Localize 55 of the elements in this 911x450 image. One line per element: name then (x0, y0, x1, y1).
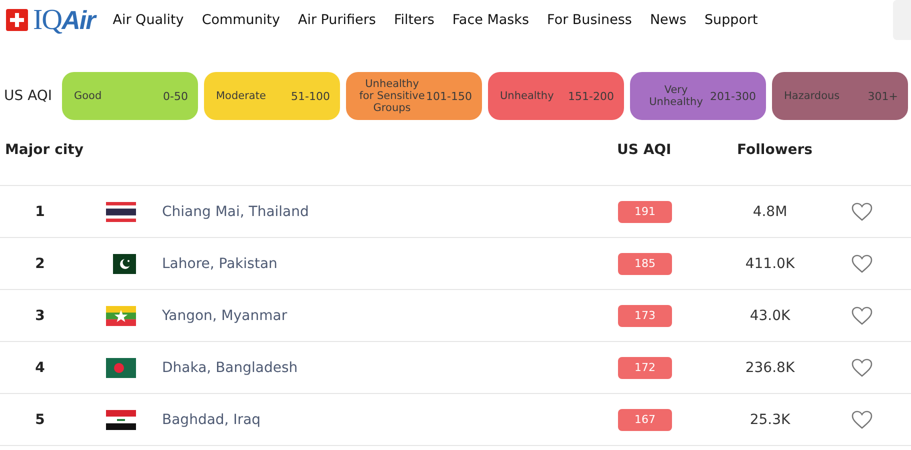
heart-button[interactable] (851, 410, 873, 430)
nav-link[interactable]: Face Masks (452, 12, 530, 28)
heart-button[interactable] (851, 306, 873, 326)
level-range: 0-50 (163, 90, 188, 102)
level-name: Very Unhealthy (648, 84, 704, 108)
aqi-value: 185 (618, 252, 672, 274)
heart-button[interactable] (851, 254, 873, 274)
heart-button[interactable] (851, 358, 873, 378)
follower-count: 25.3K (748, 412, 792, 428)
aqi-value: 191 (618, 200, 672, 222)
follower-count: 43.0K (748, 308, 792, 324)
flag-icon (106, 306, 136, 326)
aqi-value: 173 (618, 304, 672, 326)
follower-count: 236.8K (744, 360, 796, 376)
column-header: US AQI (617, 142, 672, 158)
level-name: Hazardous (784, 90, 840, 102)
heart-button[interactable] (851, 202, 873, 222)
nav-link[interactable]: Air Purifiers (298, 12, 376, 28)
column-header: Followers (737, 142, 812, 158)
city-link[interactable]: Chiang Mai, Thailand (162, 204, 309, 220)
follower-count: 411.0K (744, 256, 796, 272)
flag-icon (106, 410, 136, 430)
level-name: Unhealthy for Sensitive Groups (358, 78, 426, 114)
rank-number: 4 (34, 360, 46, 376)
rank-number: 2 (34, 256, 46, 272)
aqi-value: 172 (618, 356, 672, 378)
city-link[interactable]: Baghdad, Iraq (162, 412, 261, 428)
level-range: 151-200 (568, 90, 614, 102)
city-link[interactable]: Yangon, Myanmar (162, 308, 288, 324)
rank-number: 3 (34, 308, 46, 324)
level-name: Moderate (216, 90, 266, 102)
level-range: 51-100 (291, 90, 330, 102)
level-range: 201-300 (710, 90, 756, 102)
nav-link[interactable]: Community (202, 12, 280, 28)
nav-link[interactable]: Support (704, 12, 758, 28)
flag-icon (106, 358, 136, 378)
column-header: Major city (4, 142, 84, 158)
level-name: Unhealthy (500, 90, 554, 102)
follower-count: 4.8M (752, 204, 788, 220)
nav-link[interactable]: Filters (394, 12, 434, 28)
level-name: Good (74, 90, 102, 102)
legend-label: US AQI (4, 88, 54, 104)
flag-icon (106, 202, 136, 222)
nav-link[interactable]: For Business (547, 12, 632, 28)
swiss-cross-icon (6, 9, 28, 31)
level-range: 101-150 (426, 90, 472, 102)
nav-link[interactable]: News (650, 12, 686, 28)
aqi-value: 167 (618, 408, 672, 430)
nav-link[interactable]: Air Quality (112, 12, 184, 28)
level-range: 301+ (868, 90, 898, 102)
rank-number: 1 (34, 204, 46, 220)
brand-name[interactable]: IQAir (33, 4, 95, 36)
rank-number: 5 (34, 412, 46, 428)
city-link[interactable]: Lahore, Pakistan (162, 256, 278, 272)
city-link[interactable]: Dhaka, Bangladesh (162, 360, 298, 376)
